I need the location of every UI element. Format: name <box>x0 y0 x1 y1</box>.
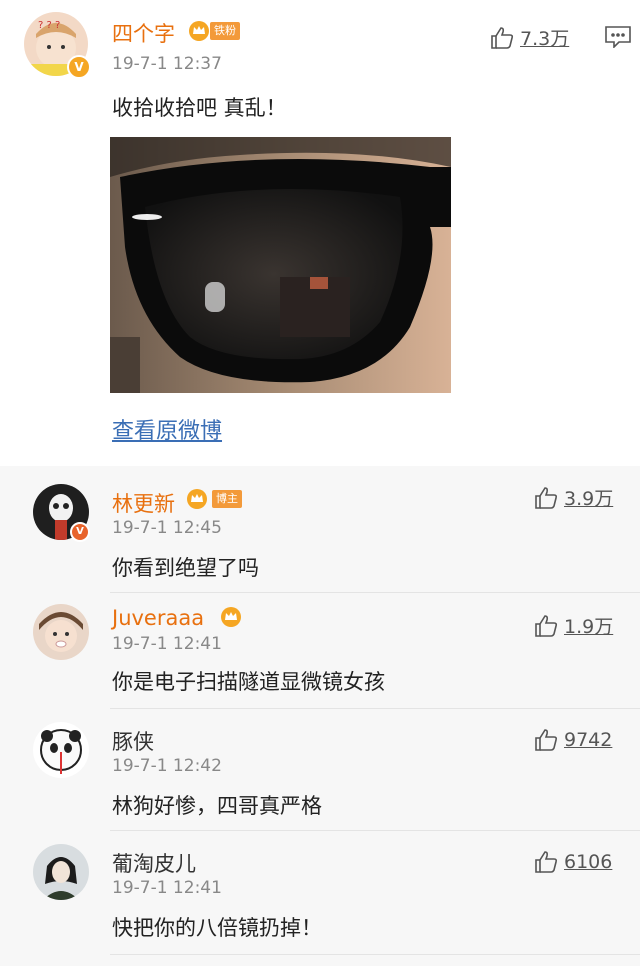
crown-icon <box>187 489 207 509</box>
thumb-up-icon <box>535 614 558 637</box>
divider <box>110 592 640 593</box>
verified-icon: V <box>67 55 91 79</box>
thumb-up-icon <box>491 26 514 49</box>
comment-time: 19-7-1 12:45 <box>112 518 222 538</box>
comment-like-button[interactable]: 9742 <box>534 728 612 752</box>
comment-text: 你看到绝望了吗 <box>112 556 259 580</box>
comment-avatar[interactable] <box>33 604 89 660</box>
thumb-up-icon <box>535 851 558 873</box>
comment-time: 19-7-1 12:41 <box>112 878 222 898</box>
post-username[interactable]: 四个字 <box>112 18 175 48</box>
verified-icon: V <box>70 522 90 542</box>
comment-like-button[interactable]: 3.9万 <box>534 484 613 511</box>
comment-username[interactable]: 林更新 <box>112 488 175 518</box>
post-time: 19-7-1 12:37 <box>112 54 222 74</box>
divider <box>110 830 640 831</box>
comment-username[interactable]: 葡淘皮儿 <box>112 848 196 878</box>
comment-text: 林狗好惨，四哥真严格 <box>112 794 322 818</box>
comment-like-count: 6106 <box>564 851 613 873</box>
thumb-up-icon <box>535 729 558 751</box>
crown-icon <box>221 607 241 627</box>
comment-username[interactable]: Juveraaa <box>112 606 204 630</box>
comment-like-button[interactable]: 1.9万 <box>534 612 613 639</box>
comment-like-count: 9742 <box>564 729 613 751</box>
comment-like-count: 1.9万 <box>564 616 614 638</box>
crown-icon <box>189 21 209 41</box>
comment-text: 你是电子扫描隧道显微镜女孩 <box>112 670 385 694</box>
post-section: ? ? ? V 四个字 铁粉 19-7-1 12:37 收拾收拾吧 真乱！ 7.… <box>0 0 640 466</box>
comment-text: 快把你的八倍镜扔掉！ <box>112 916 322 940</box>
comment-like-count: 3.9万 <box>564 488 614 510</box>
comment-time: 19-7-1 12:42 <box>112 756 222 776</box>
view-original-link[interactable]: 查看原微博 <box>112 413 222 445</box>
divider <box>110 708 640 709</box>
comment-username[interactable]: 豚侠 <box>112 726 154 756</box>
comment-list: V 林更新 博主 19-7-1 12:45 你看到绝望了吗 3.9万 Juver… <box>0 466 640 966</box>
svg-text:? ? ?: ? ? ? <box>38 20 60 31</box>
post-like-count: 7.3万 <box>520 28 570 50</box>
post-image[interactable] <box>110 137 451 393</box>
post-like-button[interactable]: 7.3万 <box>490 24 569 51</box>
thumb-up-icon <box>535 486 558 509</box>
comment-icon[interactable] <box>605 26 631 48</box>
divider <box>110 954 640 955</box>
comment-time: 19-7-1 12:41 <box>112 634 222 654</box>
comment-avatar[interactable] <box>33 722 89 778</box>
post-text: 收拾收拾吧 真乱！ <box>112 96 287 120</box>
fan-badge: 铁粉 <box>210 22 240 40</box>
comment-avatar[interactable] <box>33 844 89 900</box>
author-badge: 博主 <box>212 490 242 508</box>
comment-like-button[interactable]: 6106 <box>534 850 612 874</box>
